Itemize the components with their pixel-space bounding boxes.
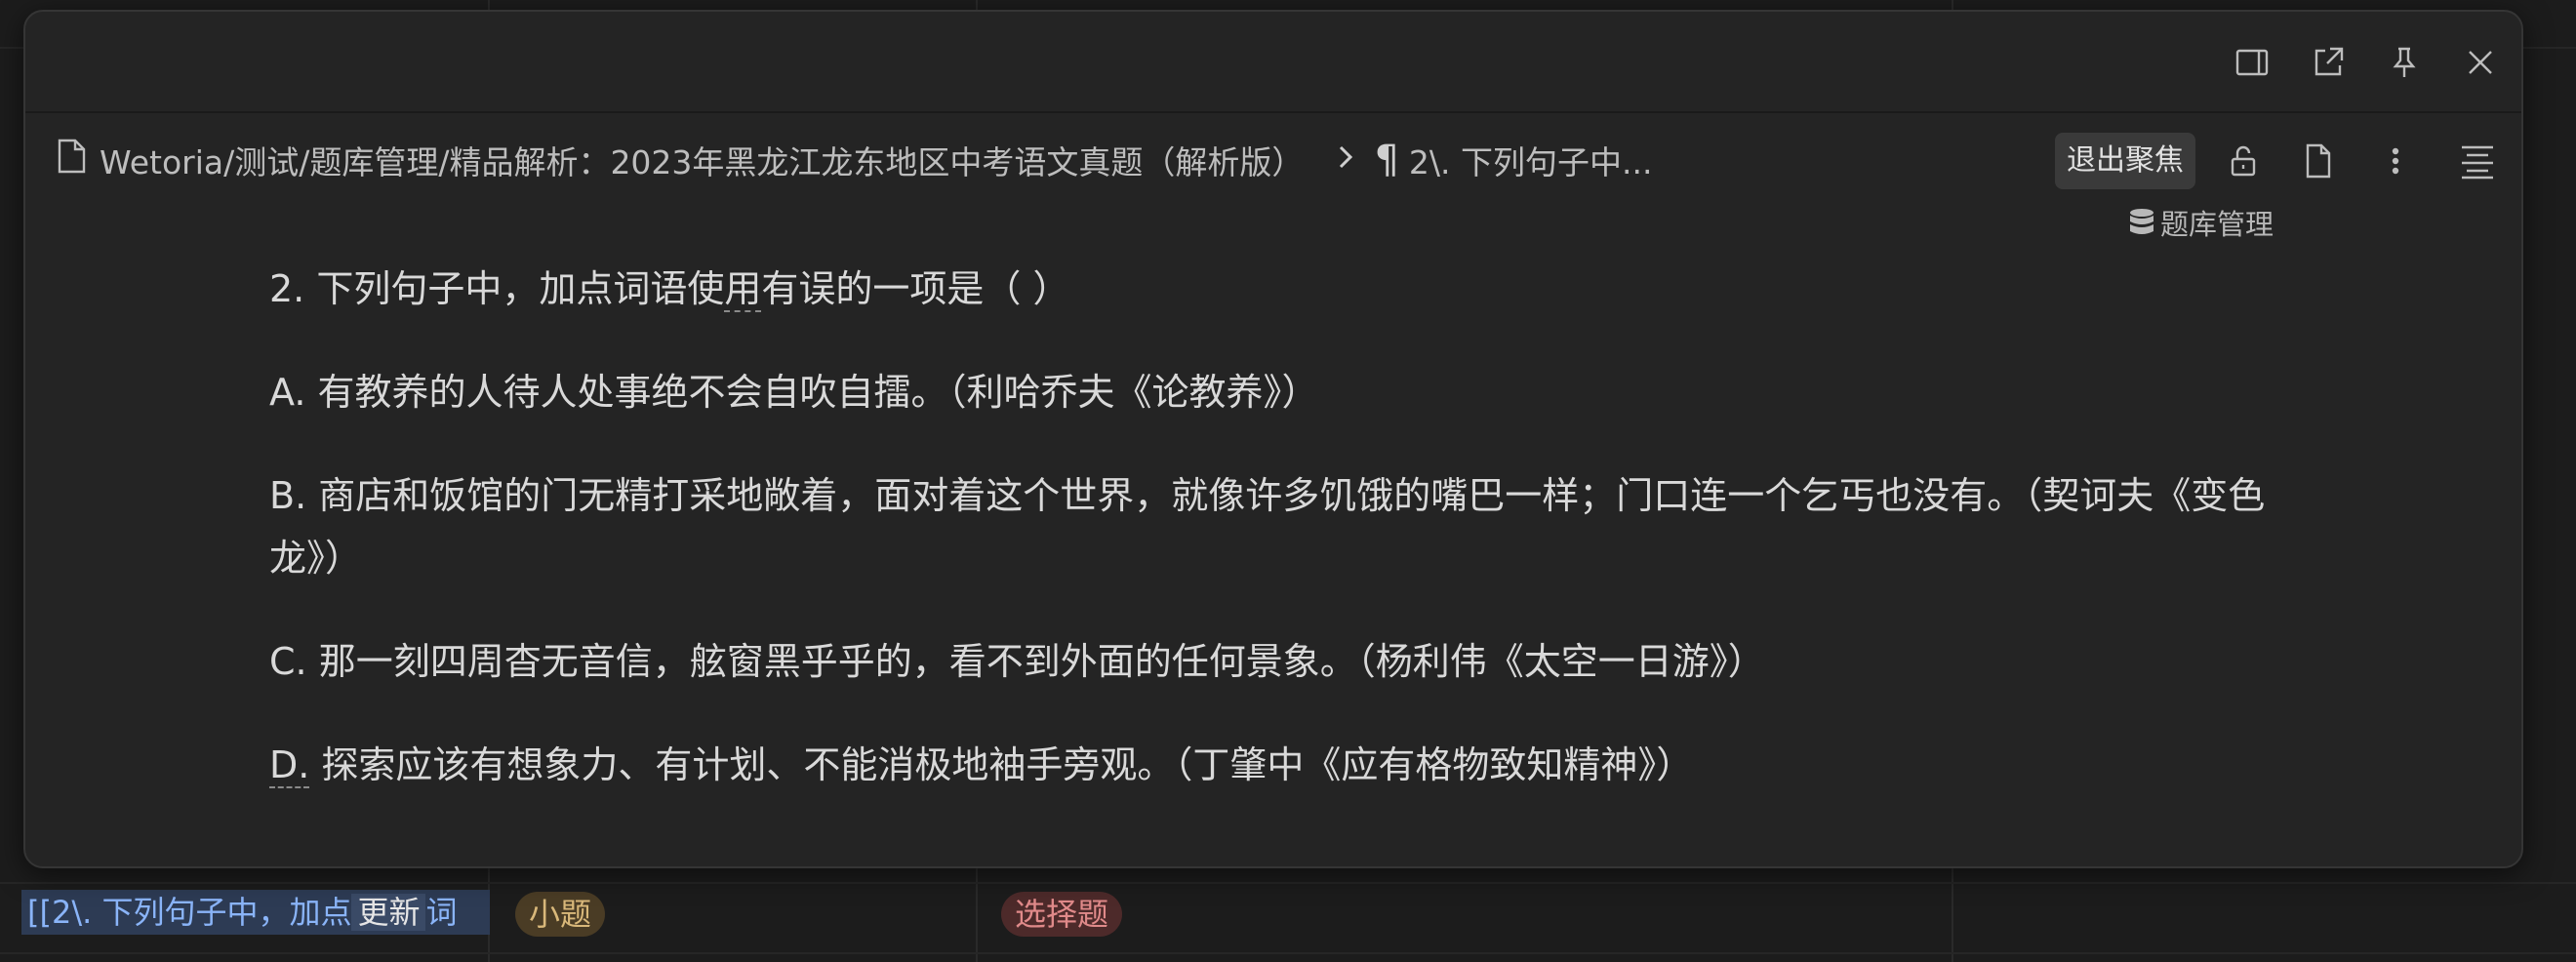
outline-icon[interactable]	[2455, 139, 2500, 183]
database-icon	[2130, 209, 2153, 234]
pilcrow-icon: ¶	[1374, 138, 1399, 182]
question-stem: 2. 下列句子中，加点词语使用有误的一项是（ ）	[269, 258, 2318, 320]
more-options-icon[interactable]	[2373, 139, 2418, 183]
tag-xuanze[interactable]: 选择题	[1001, 892, 1123, 937]
dotted-word: 用	[724, 267, 762, 312]
question-link[interactable]: [[2\. 下列句子中，加点 更新词	[21, 890, 490, 935]
table-row: [[2\. 下列句子中，加点 更新词 小题 选择题	[0, 880, 2576, 944]
option-d-text: 探索应该有想象力、有计划、不能消极地袖手旁观。（丁肇中《应有格物致知精神》）	[309, 743, 1694, 786]
breadcrumb-path[interactable]: Wetoria/测试/题库管理/精品解析：2023年黑龙江龙东地区中考语文真题（…	[100, 137, 1304, 183]
document-icon[interactable]	[2295, 139, 2340, 183]
question-text-tail: 有误的一项是（ ）	[761, 267, 1070, 310]
question-link-text: [[2\. 下列句子中，加点	[27, 894, 352, 931]
row-divider	[0, 952, 2576, 954]
option-d-label: D.	[269, 743, 310, 788]
sidebar-toggle-icon[interactable]	[2231, 41, 2274, 84]
heading-breadcrumb[interactable]: 2\. 下列句子中...	[1409, 137, 1653, 183]
option-a: A. 有教养的人待人处事绝不会自吹自擂。（利哈乔夫《论教养》）	[269, 371, 1319, 414]
option-c: C. 那一刻四周杳无音信，舷窗黑乎乎的，看不到外面的任何景象。（杨利伟《太空一日…	[269, 640, 1765, 683]
tag-xiaoti[interactable]: 小题	[515, 892, 606, 937]
open-external-icon[interactable]	[2307, 41, 2350, 84]
exit-focus-button[interactable]: 退出聚焦	[2055, 133, 2195, 189]
note-content: 2. 下列句子中，加点词语使用有误的一项是（ ） A. 有教养的人待人处事绝不会…	[269, 258, 2318, 837]
popover-titlebar	[25, 12, 2521, 113]
view-header: Wetoria/测试/题库管理/精品解析：2023年黑龙江龙东地区中考语文真题（…	[25, 115, 2521, 209]
database-tag[interactable]: 题库管理	[2127, 203, 2274, 242]
close-icon[interactable]	[2459, 41, 2502, 84]
unlock-icon[interactable]	[2221, 139, 2266, 183]
question-text: 2. 下列句子中，加点词语使	[269, 267, 725, 310]
database-tag-label: 题库管理	[2160, 208, 2274, 241]
file-icon	[55, 138, 100, 182]
hover-popover: Wetoria/测试/题库管理/精品解析：2023年黑龙江龙东地区中考语文真题（…	[23, 10, 2523, 868]
question-link-tail: 词	[425, 894, 458, 931]
option-b: B. 商店和饭馆的门无精打采地敞着，面对着这个世界，就像许多饥饿的嘴巴一样；门口…	[269, 474, 2266, 580]
chevron-right-icon	[1333, 141, 1358, 180]
option-d: D. 探索应该有想象力、有计划、不能消极地袖手旁观。（丁肇中《应有格物致知精神》…	[269, 734, 2318, 796]
pin-icon[interactable]	[2383, 41, 2426, 84]
breadcrumb: Wetoria/测试/题库管理/精品解析：2023年黑龙江龙东地区中考语文真题（…	[55, 131, 1652, 189]
update-button[interactable]: 更新	[351, 894, 426, 931]
